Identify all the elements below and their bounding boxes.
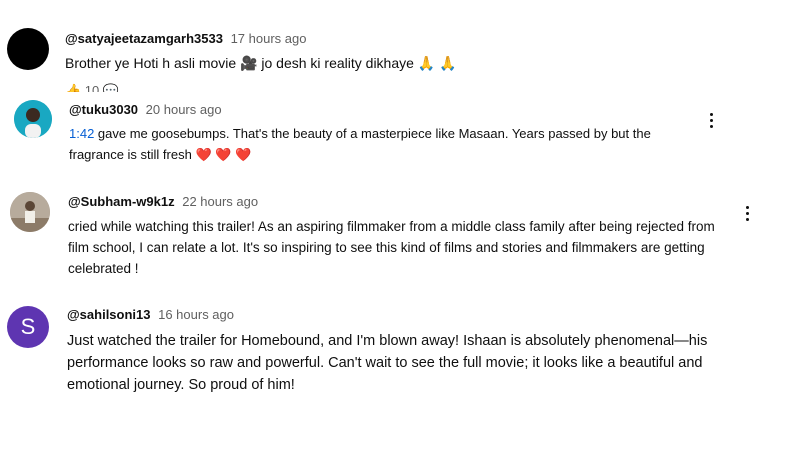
comment-time[interactable]: 17 hours ago bbox=[231, 31, 307, 46]
comment-actions-partial: 👍 10 💬 bbox=[65, 83, 120, 92]
comment-header: @satyajeetazamgarh3533 17 hours ago bbox=[65, 31, 306, 46]
comment-text: Just watched the trailer for Homebound, … bbox=[67, 333, 708, 393]
author-handle[interactable]: @satyajeetazamgarh3533 bbox=[65, 31, 223, 46]
avatar[interactable] bbox=[7, 28, 49, 70]
heart-emojis: ❤️ ❤️ ❤️ bbox=[195, 147, 252, 162]
comment-time[interactable]: 22 hours ago bbox=[182, 194, 258, 209]
comment-text: 1:42 gave me goosebumps. That's the beau… bbox=[69, 123, 709, 165]
comment-header: @Subham-w9k1z 22 hours ago bbox=[68, 194, 258, 209]
more-options-icon[interactable] bbox=[743, 206, 751, 224]
comment-text: Brother ye Hoti h asli movie 🎥 jo desh k… bbox=[65, 55, 457, 71]
comment-header: @tuku3030 20 hours ago bbox=[69, 102, 222, 117]
comment-time[interactable]: 16 hours ago bbox=[158, 307, 234, 322]
timestamp-link[interactable]: 1:42 bbox=[69, 126, 94, 141]
avatar[interactable] bbox=[14, 100, 52, 138]
comment-time[interactable]: 20 hours ago bbox=[146, 102, 222, 117]
avatar-letter: S bbox=[20, 314, 36, 339]
comment-text: cried while watching this trailer! As an… bbox=[68, 219, 715, 276]
author-handle[interactable]: @Subham-w9k1z bbox=[68, 194, 175, 209]
avatar[interactable]: S bbox=[7, 306, 49, 348]
author-handle[interactable]: @tuku3030 bbox=[69, 102, 138, 117]
comment-body: gave me goosebumps. That's the beauty of… bbox=[69, 126, 651, 162]
comment-item: S @sahilsoni13 16 hours ago Just watched… bbox=[0, 300, 800, 410]
more-options-icon[interactable] bbox=[707, 113, 715, 131]
comment-item: @tuku3030 20 hours ago 1:42 gave me goos… bbox=[0, 92, 800, 182]
avatar[interactable] bbox=[10, 192, 50, 232]
comment-header: @sahilsoni13 16 hours ago bbox=[67, 307, 234, 322]
comment-item: @Subham-w9k1z 22 hours ago cried while w… bbox=[0, 190, 800, 290]
comment-item: @satyajeetazamgarh3533 17 hours ago Brot… bbox=[0, 0, 800, 92]
author-handle[interactable]: @sahilsoni13 bbox=[67, 307, 150, 322]
